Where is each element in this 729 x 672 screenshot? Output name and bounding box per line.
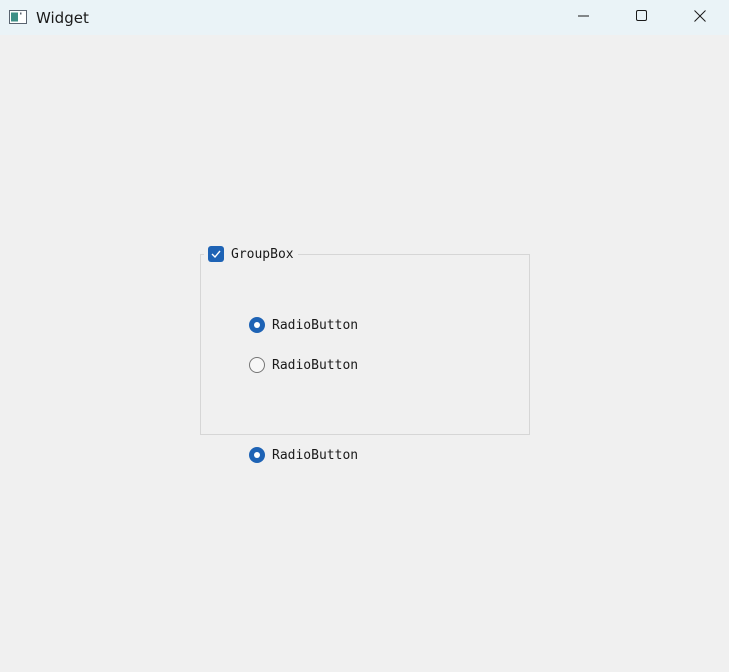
checkmark-icon bbox=[211, 245, 221, 263]
main-window: Widget GroupBox RadioButton RadioButton … bbox=[0, 0, 729, 672]
radio-label: RadioButton bbox=[272, 447, 359, 463]
groupbox-checkbox[interactable] bbox=[208, 246, 224, 262]
radio-button-2[interactable]: RadioButton bbox=[249, 357, 358, 373]
radio-indicator-checked[interactable] bbox=[249, 447, 265, 463]
groupbox-frame bbox=[200, 254, 530, 435]
title-bar[interactable]: Widget bbox=[0, 0, 729, 35]
radio-label: RadioButton bbox=[272, 317, 359, 333]
app-window-icon bbox=[9, 10, 27, 24]
radio-button-1[interactable]: RadioButton bbox=[249, 317, 358, 333]
groupbox-title: GroupBox bbox=[231, 246, 294, 262]
radio-label: RadioButton bbox=[272, 357, 359, 373]
close-icon bbox=[694, 9, 706, 27]
groupbox-header[interactable]: GroupBox bbox=[204, 245, 298, 263]
radio-button-standalone[interactable]: RadioButton bbox=[249, 447, 358, 463]
maximize-button[interactable] bbox=[613, 0, 671, 35]
minimize-button[interactable] bbox=[555, 0, 613, 35]
window-title: Widget bbox=[36, 9, 89, 27]
maximize-icon bbox=[636, 9, 648, 27]
radio-indicator-unchecked[interactable] bbox=[249, 357, 265, 373]
radio-indicator-checked[interactable] bbox=[249, 317, 265, 333]
minimize-icon bbox=[578, 9, 590, 27]
close-button[interactable] bbox=[671, 0, 729, 35]
